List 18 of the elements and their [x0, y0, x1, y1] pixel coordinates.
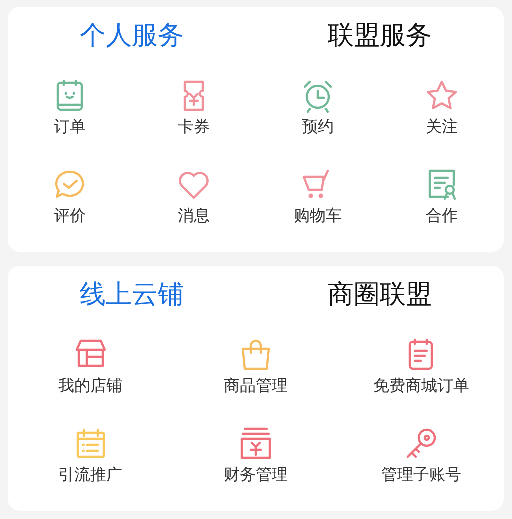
menu-item-label[interactable]: 我的店铺 [58, 379, 123, 396]
menu-item-label[interactable]: 财务管理 [224, 468, 288, 484]
menu-item-label[interactable]: 管理子账号 [381, 468, 462, 484]
menu-item-label[interactable]: 卡券 [178, 120, 210, 136]
menu-item-label[interactable]: 购物车 [294, 208, 342, 225]
menu-item-label[interactable]: 引流推广 [58, 468, 123, 484]
menu-item-label[interactable]: 消息 [178, 208, 210, 225]
section-tab[interactable]: 商圈联盟 [328, 281, 432, 307]
section-tab[interactable]: 线上云铺 [80, 281, 184, 307]
menu-item-label[interactable]: 关注 [426, 120, 458, 136]
menu-item-label[interactable]: 合作 [426, 208, 458, 225]
menu-item-label[interactable]: 预约 [302, 120, 334, 136]
section-tab[interactable]: 个人服务 [80, 22, 184, 48]
section-tab[interactable]: 联盟服务 [328, 22, 432, 48]
menu-item-label[interactable]: 商品管理 [224, 379, 288, 396]
menu-item-label[interactable]: 免费商城订单 [373, 379, 470, 396]
menu-item-label[interactable]: 评价 [54, 208, 86, 225]
menu-item-label[interactable]: 订单 [54, 120, 86, 136]
